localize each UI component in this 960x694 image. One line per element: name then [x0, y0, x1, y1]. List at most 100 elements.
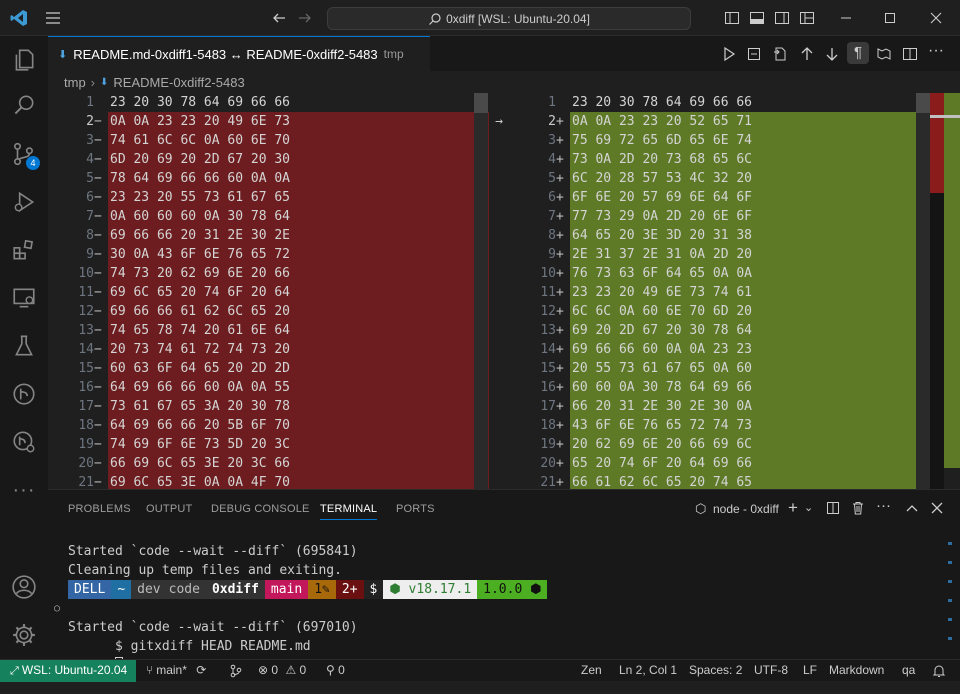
breadcrumb-folder[interactable]: tmp	[64, 75, 86, 90]
problems-indicator[interactable]: ⊗ 0 ⚠ 0	[258, 660, 306, 682]
toggle-secondary-sidebar-icon[interactable]	[774, 10, 790, 26]
tab-terminal[interactable]: TERMINAL	[320, 503, 378, 520]
git-graph-status-icon[interactable]	[229, 660, 243, 682]
tab-output[interactable]: OUTPUT	[146, 503, 192, 515]
tab-ports[interactable]: PORTS	[396, 503, 435, 515]
split-terminal-icon[interactable]	[826, 501, 840, 515]
command-center-search[interactable]: 0xdiff [WSL: Ubuntu-20.04]	[327, 7, 691, 30]
sync-icon[interactable]: ⟳	[196, 663, 206, 677]
status-eol[interactable]: LF	[803, 660, 817, 682]
code-line[interactable]: 2 +0A 0A 23 23 20 52 65 71	[510, 112, 930, 131]
code-line[interactable]: 21−69 6C 65 3E 0A 0A 4F 70	[48, 473, 489, 489]
run-debug-icon[interactable]	[0, 178, 48, 226]
open-file-icon[interactable]	[772, 46, 788, 62]
remote-explorer-icon[interactable]	[0, 274, 48, 322]
code-line[interactable]: 19 +20 62 69 6E 20 66 69 6C	[510, 435, 930, 454]
forward-arrow-icon[interactable]	[297, 10, 313, 26]
source-control-icon[interactable]: 4	[0, 130, 48, 178]
terminal-name[interactable]: node - 0xdiff	[713, 502, 779, 516]
code-line[interactable]: 17 +66 20 31 2E 30 2E 30 0A	[510, 397, 930, 416]
trash-icon[interactable]	[851, 501, 865, 515]
diff-arrow-icon[interactable]: →	[489, 112, 509, 131]
code-line[interactable]: 18−64 69 66 66 20 5B 6F 70	[48, 416, 489, 435]
code-line[interactable]: 10 +76 73 63 6F 64 65 0A 0A	[510, 264, 930, 283]
run-icon[interactable]	[721, 46, 737, 62]
code-line[interactable]: 6−23 23 20 55 73 61 67 65	[48, 188, 489, 207]
ports-indicator[interactable]: ⚲ 0	[326, 660, 345, 682]
code-line[interactable]: 1 23 20 30 78 64 69 66 66	[510, 93, 930, 112]
maximize-icon[interactable]	[882, 10, 898, 26]
explorer-icon[interactable]	[0, 36, 48, 84]
status-zen[interactable]: Zen	[581, 660, 602, 682]
accounts-icon[interactable]	[0, 563, 48, 611]
code-line[interactable]: 11 +23 23 20 49 6E 73 74 61	[510, 283, 930, 302]
status-language[interactable]: Markdown	[829, 660, 884, 682]
code-line[interactable]: 9−30 0A 43 6F 6E 76 65 72	[48, 245, 489, 264]
notifications-bell-icon[interactable]	[932, 660, 946, 682]
code-line[interactable]: 1 23 20 30 78 64 69 66 66	[48, 93, 489, 112]
chevron-down-icon[interactable]: ⌄	[804, 501, 813, 514]
code-line[interactable]: 6 +6F 6E 20 57 69 6E 64 6F	[510, 188, 930, 207]
new-terminal-icon[interactable]: +	[788, 498, 798, 518]
customize-layout-icon[interactable]	[799, 10, 815, 26]
code-line[interactable]: 8 +64 65 20 3E 3D 20 31 38	[510, 226, 930, 245]
close-window-icon[interactable]	[928, 10, 944, 26]
code-line[interactable]: 3 +75 69 72 65 6D 65 6E 74	[510, 131, 930, 150]
code-line[interactable]: 21 +66 61 62 6C 65 20 74 65	[510, 473, 930, 489]
code-line[interactable]: 12−69 66 66 61 62 6C 65 20	[48, 302, 489, 321]
whitespace-toggle-icon[interactable]: ¶	[847, 42, 869, 64]
remote-indicator[interactable]: ⤢ WSL: Ubuntu-20.04	[0, 660, 136, 682]
close-panel-icon[interactable]	[930, 501, 944, 515]
code-line[interactable]: 16 +60 60 0A 30 78 64 69 66	[510, 378, 930, 397]
branch-indicator[interactable]: ⑂ main* ⟳	[146, 660, 206, 682]
diff-tab[interactable]: ⬇ README.md-0xdiff1-5483 ↔ README-0xdiff…	[48, 36, 430, 71]
testing-icon[interactable]	[0, 322, 48, 370]
breadcrumb-file[interactable]: README-0xdiff2-5483	[113, 75, 244, 90]
code-line[interactable]: 2−0A 0A 23 23 20 49 6E 73	[48, 112, 489, 131]
manage-gear-icon[interactable]	[0, 611, 48, 659]
code-line[interactable]: 18 +43 6F 6E 76 65 72 74 73	[510, 416, 930, 435]
tab-debug-console[interactable]: DEBUG CONSOLE	[211, 503, 310, 515]
status-encoding[interactable]: UTF-8	[754, 660, 788, 682]
toggle-primary-sidebar-icon[interactable]	[724, 10, 740, 26]
code-line[interactable]: 7−0A 60 60 60 0A 30 78 64	[48, 207, 489, 226]
code-line[interactable]: 20 +65 20 74 6F 20 64 69 66	[510, 454, 930, 473]
github-actions-icon[interactable]	[0, 418, 48, 466]
code-line[interactable]: 9 +2E 31 37 2E 31 0A 2D 20	[510, 245, 930, 264]
diff-editor[interactable]: 1 23 20 30 78 64 69 66 66 2−0A 0A 23 23 20…	[48, 93, 960, 489]
code-line[interactable]: 13 +69 20 2D 67 20 30 78 64	[510, 321, 930, 340]
search-sidebar-icon[interactable]	[0, 82, 48, 130]
previous-change-icon[interactable]	[799, 46, 815, 62]
status-spaces[interactable]: Spaces: 2	[689, 660, 742, 682]
left-scrollbar[interactable]	[474, 93, 488, 489]
code-line[interactable]: 15 +20 55 73 61 67 65 0A 60	[510, 359, 930, 378]
code-line[interactable]: 3−74 61 6C 6C 0A 60 6E 70	[48, 131, 489, 150]
original-pane[interactable]: 1 23 20 30 78 64 69 66 66 2−0A 0A 23 23 20…	[48, 93, 489, 489]
back-arrow-icon[interactable]	[271, 10, 287, 26]
revert-icon[interactable]	[746, 46, 762, 62]
code-line[interactable]: 17−73 61 67 65 3A 20 30 78	[48, 397, 489, 416]
code-line[interactable]: 14 +69 66 66 60 0A 0A 23 23	[510, 340, 930, 359]
code-line[interactable]: 14−20 73 74 61 72 74 73 20	[48, 340, 489, 359]
git-graph-icon[interactable]	[0, 370, 48, 418]
code-line[interactable]: 4−6D 20 69 20 2D 67 20 30	[48, 150, 489, 169]
tab-problems[interactable]: PROBLEMS	[68, 503, 131, 515]
next-change-icon[interactable]	[824, 46, 840, 62]
minimize-icon[interactable]	[838, 10, 854, 26]
command-decoration-icon[interactable]: ○	[54, 599, 60, 618]
split-editor-icon[interactable]	[902, 46, 918, 62]
inline-view-icon[interactable]	[876, 46, 892, 62]
code-line[interactable]: 19−74 69 6F 6E 73 5D 20 3C	[48, 435, 489, 454]
more-panel-icon[interactable]: ···	[876, 497, 891, 514]
code-line[interactable]: 5−78 64 69 66 66 60 0A 0A	[48, 169, 489, 188]
code-line[interactable]: 13−74 65 78 74 20 61 6E 64	[48, 321, 489, 340]
terminal-scrollbar[interactable]	[948, 542, 952, 642]
more-actions-icon[interactable]: ···	[928, 42, 944, 60]
code-line[interactable]: 20−66 69 6C 65 3E 20 3C 66	[48, 454, 489, 473]
code-line[interactable]: 12 +6C 6C 0A 60 6E 70 6D 20	[510, 302, 930, 321]
code-line[interactable]: 15−60 63 6F 64 65 20 2D 2D	[48, 359, 489, 378]
toggle-panel-icon[interactable]	[749, 10, 765, 26]
code-line[interactable]: 16−64 69 66 66 60 0A 0A 55	[48, 378, 489, 397]
status-position[interactable]: Ln 2, Col 1	[619, 660, 677, 682]
right-scrollbar-thumb[interactable]	[916, 93, 930, 113]
